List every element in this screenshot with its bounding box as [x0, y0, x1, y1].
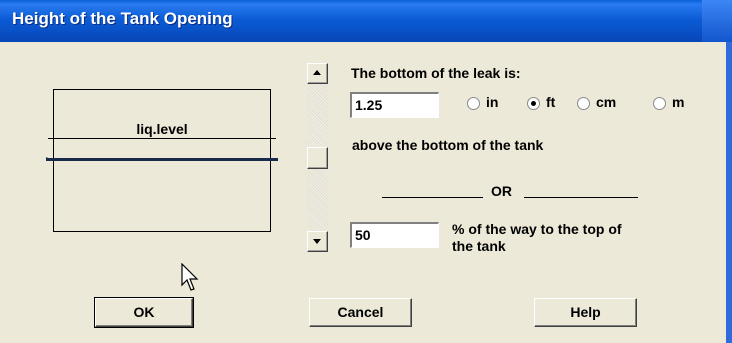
scroll-down-button[interactable]: [307, 231, 328, 252]
percent-label-line2: the tank: [452, 238, 506, 254]
unit-label-cm: cm: [596, 94, 617, 110]
dialog-body: liq.level The bottom of the leak is: 1.2…: [0, 42, 732, 343]
scroll-thumb[interactable]: [307, 147, 328, 169]
unit-label-in: in: [486, 94, 499, 110]
leak-height-line: [46, 157, 278, 161]
or-label: OR: [491, 183, 512, 199]
arrow-down-icon: [313, 239, 321, 244]
unit-label-m: m: [672, 94, 685, 110]
leak-prompt-label: The bottom of the leak is:: [351, 65, 521, 81]
unit-radio-m[interactable]: [653, 97, 666, 110]
title-bar[interactable]: Height of the Tank Opening: [0, 0, 732, 42]
height-scrollbar[interactable]: [307, 63, 328, 252]
or-divider-left: [382, 197, 483, 198]
unit-radio-ft[interactable]: [527, 97, 540, 110]
tank-diagram: liq.level: [46, 89, 278, 232]
or-divider-right: [524, 197, 638, 198]
unit-radio-cm[interactable]: [577, 97, 590, 110]
title-bar-corner: [702, 0, 732, 42]
help-button[interactable]: Help: [534, 298, 637, 327]
percent-input[interactable]: 50: [350, 222, 439, 248]
scroll-up-button[interactable]: [307, 63, 328, 84]
percent-label-line1: % of the way to the top of: [452, 221, 622, 237]
above-bottom-label: above the bottom of the tank: [352, 137, 544, 153]
leak-height-input[interactable]: 1.25: [350, 92, 439, 118]
unit-label-ft: ft: [546, 94, 556, 110]
arrow-up-icon: [313, 70, 321, 75]
cancel-button[interactable]: Cancel: [309, 298, 412, 327]
window-title: Height of the Tank Opening: [12, 9, 233, 28]
liquid-level-label: liq.level: [48, 120, 276, 139]
ok-button[interactable]: OK: [94, 297, 194, 328]
mouse-pointer-icon: [181, 263, 199, 291]
unit-radio-in[interactable]: [467, 97, 480, 110]
